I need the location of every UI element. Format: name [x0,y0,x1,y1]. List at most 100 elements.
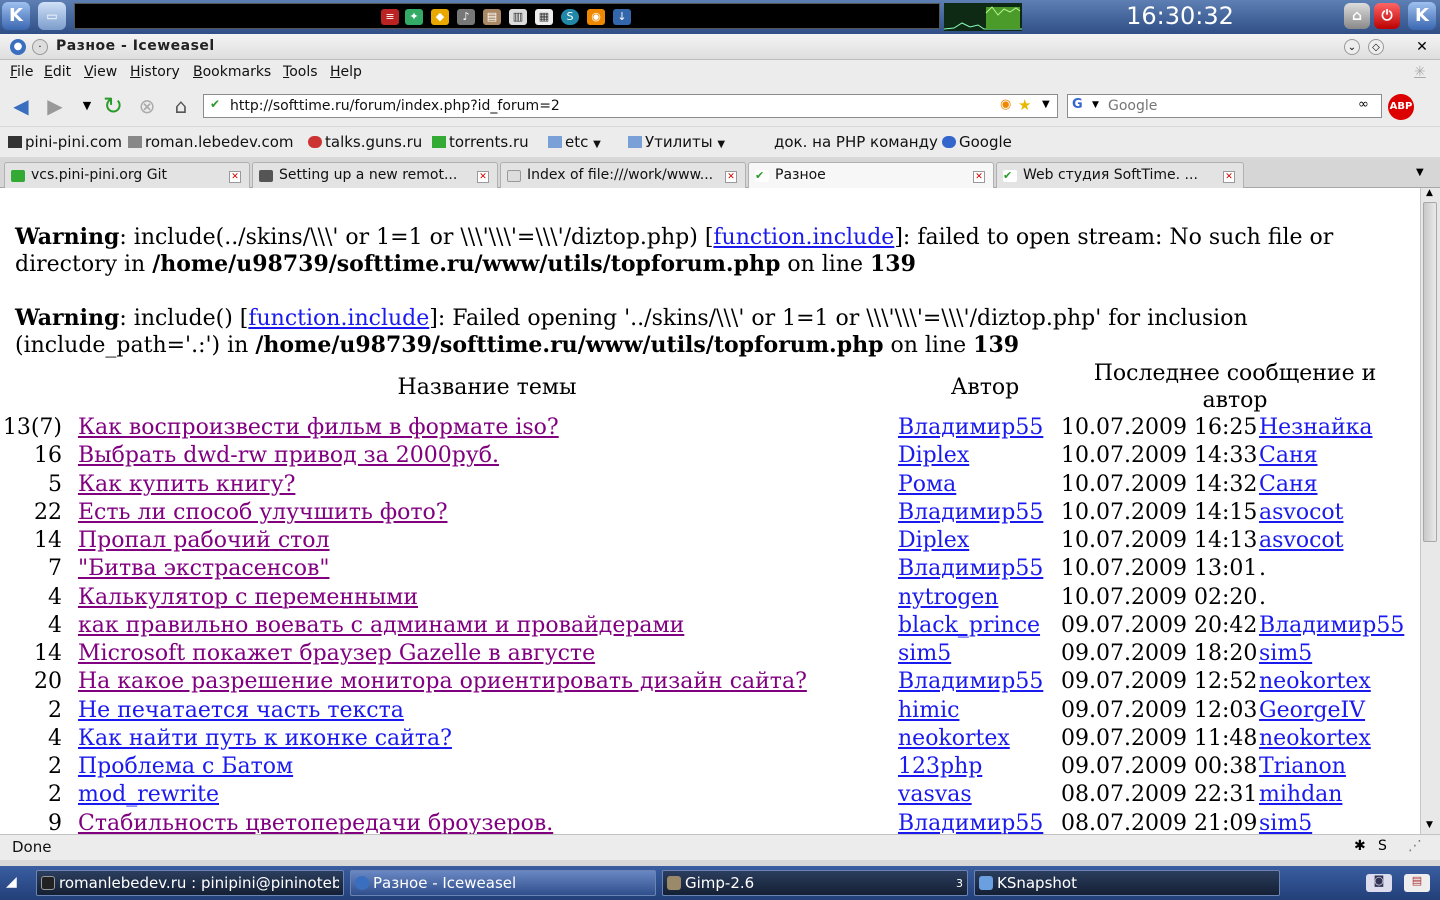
last-author-link[interactable]: Незнайка [1259,414,1373,441]
bookmark-folder-etc[interactable]: etc ▼ [548,133,601,151]
author-link[interactable]: Владимир55 [898,810,1043,835]
menu-history[interactable]: History [130,64,180,80]
calendar-icon[interactable]: ▦ [535,9,553,25]
url-input[interactable] [230,97,990,115]
gear-status-icon[interactable]: ✱ [1354,838,1366,854]
tab-setting-up[interactable]: Setting up a new remot... ✕ [252,162,498,188]
task-gimp[interactable]: Gimp-2.6 3 [662,870,968,896]
author-link[interactable]: sim5 [898,640,951,667]
menu-view[interactable]: View [84,64,117,80]
author-link[interactable]: black_prince [898,612,1040,639]
search-bar[interactable]: G ▼ ∞ [1067,94,1382,118]
tab-close-icon[interactable]: ✕ [1223,171,1235,183]
task-terminal[interactable]: romanlebedev.ru : pinipini@pininotebo [36,870,344,896]
skype-icon[interactable]: S [561,9,579,25]
rss-feed-icon[interactable]: ◉ [1000,97,1011,112]
clock[interactable]: 16:30:32 [1120,2,1240,30]
topic-link[interactable]: Есть ли способ улучшить фото? [78,499,448,526]
sticky-icon[interactable]: · [32,39,48,55]
stop-icon[interactable]: ⊗ [134,94,160,118]
author-link[interactable]: nytrogen [898,584,998,611]
clipboard-tray-icon[interactable]: ▤ [1404,874,1430,892]
last-author-link[interactable]: neokortex [1259,725,1371,752]
author-link[interactable]: Рома [898,471,956,498]
menu-file[interactable]: File [10,64,33,80]
tab-close-icon[interactable]: ✕ [725,171,737,183]
menu-bookmarks[interactable]: Bookmarks [193,64,271,80]
vertical-scrollbar[interactable]: ▲ ▼ [1420,188,1440,834]
last-author-link[interactable]: Саня [1259,471,1318,498]
tab-close-icon[interactable]: ✕ [477,171,489,183]
tab-vcs[interactable]: vcs.pini-pini.org Git ✕ [4,162,250,188]
back-icon[interactable]: ◀ [8,94,34,118]
bookmark-talks-guns[interactable]: talks.guns.ru [308,133,422,151]
bookmark-php-doc[interactable]: док. на PHP команду [774,133,938,151]
adblock-icon[interactable]: ABP [1388,94,1414,120]
s-status-icon[interactable]: S [1378,838,1387,854]
home-icon[interactable]: ⌂ [168,94,194,118]
topic-link[interactable]: Проблема с Батом [78,753,293,780]
close-icon[interactable]: ✕ [1414,39,1430,55]
url-dropdown-icon[interactable]: ▼ [1042,99,1050,110]
topic-link[interactable]: Калькулятор с переменными [78,584,418,611]
author-link[interactable]: himic [898,697,959,724]
bookmark-folder-utils[interactable]: Утилиты ▼ [628,133,725,151]
bookmark-pini-pini[interactable]: pini-pini.com [8,133,122,151]
author-link[interactable]: 123php [898,753,982,780]
url-bar[interactable]: ✔ ◉ ★ ▼ [203,94,1058,118]
topic-link[interactable]: Стабильность цветопередачи броузеров. [78,810,553,835]
menu-help[interactable]: Help [330,64,362,80]
last-author-link[interactable]: GeorgeIV [1259,697,1365,724]
notes-icon[interactable]: ▥ [509,9,527,25]
author-link[interactable]: Владимир55 [898,414,1043,441]
tag-icon[interactable]: ◆ [431,9,449,25]
volume-icon[interactable]: ♪ [457,9,475,25]
topic-link[interactable]: как правильно воевать с админами и прова… [78,612,684,639]
scrollbar-thumb[interactable] [1423,202,1437,542]
last-author-link[interactable]: asvocot [1259,527,1344,554]
topic-link[interactable]: mod_rewrite [78,781,219,808]
bookmark-google[interactable]: Google [942,133,1012,151]
author-link[interactable]: Владимир55 [898,499,1043,526]
topic-link[interactable]: Пропал рабочий стол [78,527,330,554]
minimize-icon[interactable]: ⌄ [1344,39,1360,55]
forward-icon[interactable]: ▶ [42,94,68,118]
last-author-link[interactable]: neokortex [1259,668,1371,695]
kde-corner-icon[interactable]: K [1408,2,1436,30]
resize-grip-icon[interactable]: ⋰ [1408,838,1422,854]
maximize-icon[interactable]: ◇ [1368,39,1384,55]
engine-dropdown-icon[interactable]: ▼ [1092,100,1099,110]
desktop-icon[interactable]: ▭ [38,2,66,30]
function-include-link[interactable]: function.include [248,306,429,331]
tab-list-dropdown-icon[interactable]: ▼ [1416,167,1424,178]
author-link[interactable]: neokortex [898,725,1010,752]
bookmark-star-icon[interactable]: ★ [1018,96,1031,114]
lock-screen-icon[interactable]: ⌂ [1344,3,1370,29]
network-icon[interactable]: ✦ [405,9,423,25]
bookmark-torrents[interactable]: torrents.ru [432,133,529,151]
last-author-link[interactable]: sim5 [1259,640,1312,667]
rss-icon[interactable]: ◉ [587,9,605,25]
logout-icon[interactable]: ⏻ [1374,3,1400,29]
last-author-link[interactable]: Trianon [1259,753,1346,780]
kde-menu-icon[interactable]: K [2,2,30,30]
topic-link[interactable]: На какое разрешение монитора ориентирова… [78,668,807,695]
topic-link[interactable]: Как воспроизвести фильм в формате iso? [78,414,559,441]
download-icon[interactable]: ↓ [613,9,631,25]
tab-softtime[interactable]: ✔ Web студия SoftTime. ... ✕ [996,162,1244,188]
scroll-up-icon[interactable]: ▲ [1426,188,1433,198]
last-author-link[interactable]: sim5 [1259,810,1312,835]
topic-link[interactable]: Как найти путь к иконке сайта? [78,725,452,752]
search-input[interactable] [1108,97,1348,115]
last-author-link[interactable]: Саня [1259,442,1318,469]
task-iceweasel[interactable]: Разное - Iceweasel [350,870,656,896]
history-dropdown-icon[interactable]: ▼ [74,94,100,118]
function-include-link[interactable]: function.include [713,225,894,250]
topic-link[interactable]: "Битва экстрасенсов" [78,555,329,582]
iceweasel-icon[interactable]: ● [10,39,26,55]
tab-raznoe[interactable]: ✔ Разное ✕ [748,162,994,189]
menu-edit[interactable]: Edit [44,64,71,80]
last-author-link[interactable]: mihdan [1259,781,1342,808]
menu-tools[interactable]: Tools [283,64,318,80]
task-ksnapshot[interactable]: KSnapshot [974,870,1280,896]
